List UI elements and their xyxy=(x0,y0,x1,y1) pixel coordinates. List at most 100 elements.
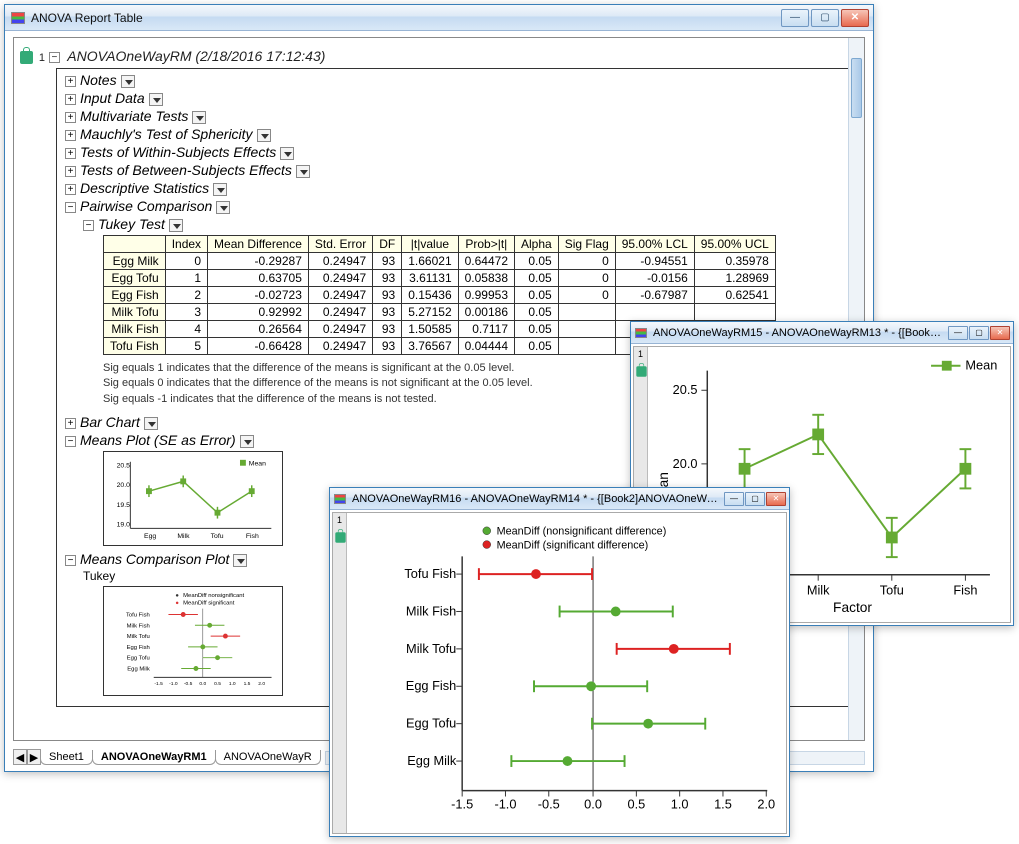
dropdown-icon[interactable] xyxy=(192,111,206,124)
chart-icon xyxy=(635,328,647,338)
sheet-prev-button[interactable]: ◀ xyxy=(13,749,27,765)
node-between[interactable]: +Tests of Between-Subjects Effects xyxy=(61,161,857,179)
svg-text:MeanDiff nonsignificant: MeanDiff nonsignificant xyxy=(183,593,244,599)
badge: 1 xyxy=(39,52,45,64)
svg-text:Milk Tofu: Milk Tofu xyxy=(127,634,150,640)
svg-text:Tofu: Tofu xyxy=(211,533,224,540)
svg-text:0.5: 0.5 xyxy=(627,796,645,811)
svg-text:0.5: 0.5 xyxy=(214,681,221,687)
root-label: ANOVAOneWayRM (2/18/2016 17:12:43) xyxy=(67,48,325,64)
close-button[interactable]: ✕ xyxy=(841,9,869,27)
svg-text:Egg Tofu: Egg Tofu xyxy=(406,716,456,731)
expand-icon[interactable]: + xyxy=(65,148,76,159)
window-title: ANOVA Report Table xyxy=(31,11,781,25)
means-plot-thumb[interactable]: Means 20.5 20.0 19.5 19.0 Egg xyxy=(103,451,283,546)
svg-text:Fish: Fish xyxy=(246,533,259,540)
svg-text:Milk Fish: Milk Fish xyxy=(406,603,456,618)
svg-text:19.5: 19.5 xyxy=(117,502,131,509)
maximize-button[interactable]: ▢ xyxy=(745,492,765,506)
svg-text:1.5: 1.5 xyxy=(714,796,732,811)
svg-text:Milk: Milk xyxy=(177,533,190,540)
expand-icon[interactable]: + xyxy=(65,166,76,177)
chart2-body: 1 MeanDiff (nonsignificant difference) M… xyxy=(332,512,787,834)
expand-icon[interactable]: + xyxy=(65,184,76,195)
svg-text:Egg: Egg xyxy=(144,533,156,540)
svg-text:Milk Tofu: Milk Tofu xyxy=(406,641,456,656)
maximize-button[interactable]: ▢ xyxy=(969,326,989,340)
comparison-dot-chart: MeanDiff (nonsignificant difference) Mea… xyxy=(351,517,780,827)
dropdown-icon[interactable] xyxy=(257,129,271,142)
node-multivariate[interactable]: +Multivariate Tests xyxy=(61,107,857,125)
dropdown-icon[interactable] xyxy=(216,201,230,214)
chart1-titlebar[interactable]: ANOVAOneWayRM15 - ANOVAOneWayRM13 * - {[… xyxy=(631,322,1013,344)
expand-icon[interactable]: + xyxy=(65,418,76,429)
svg-text:0.0: 0.0 xyxy=(584,796,602,811)
collapse-icon[interactable]: − xyxy=(49,52,60,63)
node-pairwise[interactable]: −Pairwise Comparison xyxy=(61,197,857,215)
expand-icon[interactable]: + xyxy=(65,112,76,123)
expand-icon[interactable]: + xyxy=(65,94,76,105)
chart2-titlebar[interactable]: ANOVAOneWayRM16 - ANOVAOneWayRM14 * - {[… xyxy=(330,488,789,510)
svg-text:1.5: 1.5 xyxy=(244,681,251,687)
collapse-icon[interactable]: − xyxy=(65,202,76,213)
root-node[interactable]: 1 − ANOVAOneWayRM (2/18/2016 17:12:43) xyxy=(20,46,858,66)
node-notes[interactable]: +Notes xyxy=(61,71,857,89)
node-within[interactable]: +Tests of Within-Subjects Effects xyxy=(61,143,857,161)
svg-text:-1.5: -1.5 xyxy=(451,796,473,811)
close-button[interactable]: ✕ xyxy=(990,326,1010,340)
svg-text:Egg Fish: Egg Fish xyxy=(406,678,456,693)
dropdown-icon[interactable] xyxy=(121,75,135,88)
dropdown-icon[interactable] xyxy=(149,93,163,106)
node-tukey[interactable]: −Tukey Test xyxy=(61,215,857,233)
svg-text:Factor: Factor xyxy=(833,600,872,615)
table-row: Egg Tofu10.637050.24947933.611310.058380… xyxy=(104,270,776,287)
lock-icon xyxy=(636,366,646,376)
chart-tab-strip[interactable]: 1 xyxy=(333,513,347,833)
table-row: Egg Fish2-0.027230.24947930.154360.99953… xyxy=(104,287,776,304)
comparison-chart-window: ANOVAOneWayRM16 - ANOVAOneWayRM14 * - {[… xyxy=(329,487,790,837)
table-row: Egg Milk0-0.292870.24947931.660210.64472… xyxy=(104,253,776,270)
svg-text:2.0: 2.0 xyxy=(757,796,775,811)
minimize-button[interactable]: — xyxy=(724,492,744,506)
collapse-icon[interactable]: − xyxy=(65,436,76,447)
svg-text:-0.5: -0.5 xyxy=(538,796,560,811)
svg-text:Mean: Mean xyxy=(249,461,266,468)
sheet-next-button[interactable]: ▶ xyxy=(27,749,41,765)
node-descriptive[interactable]: +Descriptive Statistics xyxy=(61,179,857,197)
svg-text:Fish: Fish xyxy=(953,582,977,597)
collapse-icon[interactable]: − xyxy=(65,555,76,566)
dropdown-icon[interactable] xyxy=(280,147,294,160)
dropdown-icon[interactable] xyxy=(144,417,158,430)
dropdown-icon[interactable] xyxy=(240,435,254,448)
collapse-icon[interactable]: − xyxy=(83,220,94,231)
svg-text:1.0: 1.0 xyxy=(671,796,689,811)
dropdown-icon[interactable] xyxy=(233,554,247,567)
dropdown-icon[interactable] xyxy=(296,165,310,178)
dropdown-icon[interactable] xyxy=(213,183,227,196)
svg-text:●: ● xyxy=(175,601,179,607)
expand-icon[interactable]: + xyxy=(65,130,76,141)
expand-icon[interactable]: + xyxy=(65,76,76,87)
svg-text:2.0: 2.0 xyxy=(258,681,265,687)
dropdown-icon[interactable] xyxy=(169,219,183,232)
svg-text:●: ● xyxy=(175,593,179,599)
minimize-button[interactable]: — xyxy=(948,326,968,340)
tab-anova-other[interactable]: ANOVAOneWayR xyxy=(215,750,321,765)
tab-sheet1[interactable]: Sheet1 xyxy=(40,750,93,765)
close-button[interactable]: ✕ xyxy=(766,492,786,506)
tab-anova-active[interactable]: ANOVAOneWayRM1 xyxy=(92,750,216,765)
svg-text:Mean: Mean xyxy=(965,358,997,373)
svg-text:Egg Tofu: Egg Tofu xyxy=(127,656,150,662)
svg-text:0.0: 0.0 xyxy=(199,681,206,687)
node-input-data[interactable]: +Input Data xyxy=(61,89,857,107)
svg-text:Milk: Milk xyxy=(807,582,830,597)
means-comparison-thumb[interactable]: ●MeanDiff nonsignificant ●MeanDiff signi… xyxy=(103,586,283,696)
minimize-button[interactable]: — xyxy=(781,9,809,27)
svg-text:-1.0: -1.0 xyxy=(169,681,178,687)
svg-text:-1.0: -1.0 xyxy=(494,796,516,811)
maximize-button[interactable]: ▢ xyxy=(811,9,839,27)
svg-text:20.5: 20.5 xyxy=(117,463,131,470)
svg-text:MeanDiff (significant differen: MeanDiff (significant difference) xyxy=(497,539,649,551)
node-mauchly[interactable]: +Mauchly's Test of Sphericity xyxy=(61,125,857,143)
titlebar[interactable]: ANOVA Report Table — ▢ ✕ xyxy=(5,5,873,31)
